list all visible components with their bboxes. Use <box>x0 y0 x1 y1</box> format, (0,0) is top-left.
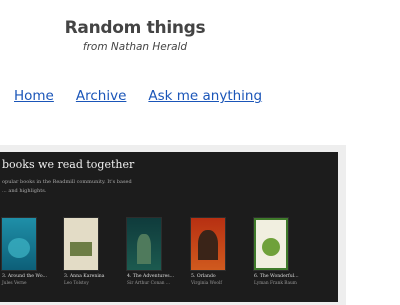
book-cover[interactable] <box>191 218 225 270</box>
book-author: Lyman Frank Baum <box>254 281 297 286</box>
book-title: 5. Orlando <box>191 274 216 279</box>
book-item[interactable]: 3. Around the Wo... Jules Verne <box>2 218 62 286</box>
book-item[interactable]: 4. The Adventures... Sir Arthur Conan ..… <box>127 218 187 286</box>
book-cover[interactable] <box>64 218 98 270</box>
book-item[interactable]: 6. The Wonderful... Lyman Frank Baum <box>254 218 314 286</box>
widget-description: opular books in the Readmill community. … <box>2 179 132 194</box>
book-author: Leo Tolstoy <box>64 281 89 286</box>
book-title: 3. Anna Karenina <box>64 274 105 279</box>
book-title: 4. The Adventures... <box>127 274 175 279</box>
book-item[interactable]: 5. Orlando Virginia Woolf <box>191 218 251 286</box>
readmill-widget: books we read together opular books in t… <box>0 152 338 302</box>
book-item[interactable]: 3. Anna Karenina Leo Tolstoy <box>64 218 124 286</box>
site-header: Random things from Nathan Herald <box>0 18 270 53</box>
site-subtitle: from Nathan Herald <box>82 41 188 53</box>
main-nav: Home Archive Ask me anything <box>14 88 262 104</box>
book-author: Jules Verne <box>2 281 27 286</box>
book-title: 6. The Wonderful... <box>254 274 299 279</box>
widget-title: books we read together <box>2 158 135 171</box>
book-cover[interactable] <box>127 218 161 270</box>
book-title: 3. Around the Wo... <box>2 274 47 279</box>
book-author: Sir Arthur Conan ... <box>127 281 171 286</box>
book-cover[interactable] <box>254 218 288 270</box>
site-title: Random things <box>64 18 206 38</box>
nav-archive-link[interactable]: Archive <box>76 88 127 104</box>
nav-home-link[interactable]: Home <box>14 88 54 104</box>
book-author: Virginia Woolf <box>191 281 222 286</box>
book-cover[interactable] <box>2 218 36 270</box>
nav-ask-link[interactable]: Ask me anything <box>148 88 262 104</box>
